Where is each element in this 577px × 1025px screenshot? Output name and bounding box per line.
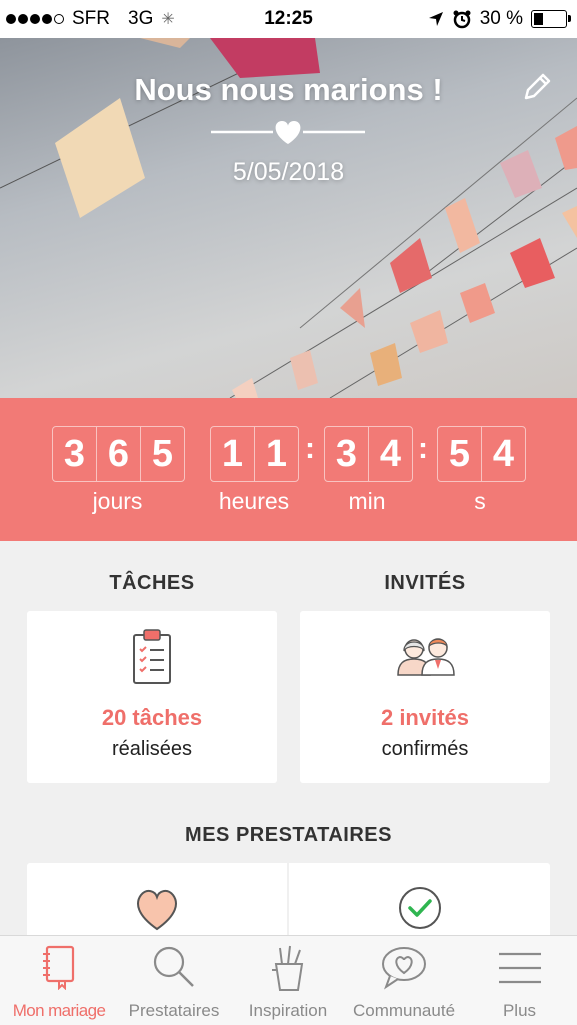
battery-icon xyxy=(531,10,571,28)
tab-plus[interactable]: Plus xyxy=(462,936,577,1025)
tab-label: Inspiration xyxy=(248,1001,328,1020)
minutes-digit: 4 xyxy=(379,433,402,475)
hours-label: heures xyxy=(218,488,290,514)
days-label: jours xyxy=(92,488,143,514)
search-icon xyxy=(153,946,194,987)
clipboard-checklist-icon xyxy=(133,629,171,684)
tab-label: Mon mariage xyxy=(12,1001,106,1020)
heart-chat-icon xyxy=(382,947,426,990)
tab-label: Communauté xyxy=(352,1001,456,1020)
status-bar: SFR 3G ✳ 12:25 30 % xyxy=(0,0,577,38)
tasks-card[interactable]: 20 tâches réalisées xyxy=(27,611,277,783)
hours-digits: 1 1 xyxy=(210,426,299,482)
guests-heading: INVITÉS xyxy=(384,572,466,594)
time-separator: : xyxy=(418,432,428,465)
tasks-caption: réalisées xyxy=(111,738,193,760)
guests-card[interactable]: 2 invités confirmés xyxy=(300,611,550,783)
menu-icon xyxy=(498,952,541,984)
tab-label: Plus xyxy=(502,1001,537,1020)
pencil-cup-icon xyxy=(272,945,304,991)
days-digits: 3 6 5 xyxy=(52,426,185,482)
tab-communaute[interactable]: Communauté xyxy=(346,936,462,1025)
days-digit: 6 xyxy=(97,427,141,481)
guests-count: 2 invités xyxy=(380,705,470,730)
tab-prestataires[interactable]: Prestataires xyxy=(118,936,230,1025)
favorite-vendors-card[interactable] xyxy=(27,863,287,943)
minutes-label: min xyxy=(348,488,386,514)
check-circle-icon xyxy=(398,887,441,929)
alarm-icon xyxy=(453,10,471,29)
wedding-date: 5/05/2018 xyxy=(232,158,345,186)
days-digit: 3 xyxy=(53,427,97,481)
minutes-digits: 3 4 xyxy=(324,426,413,482)
wedding-hero-banner: Nous nous marions ! 5/05/2018 xyxy=(0,38,577,398)
location-arrow-icon xyxy=(428,12,443,26)
seconds-digits: 5 4 xyxy=(437,426,526,482)
notebook-icon xyxy=(43,945,75,990)
countdown-timer: 3 6 5 1 1 : 3 4 : 5 4 jours heures min s xyxy=(0,398,577,541)
days-digit: 5 xyxy=(151,433,174,475)
tasks-count: 20 tâches xyxy=(101,705,203,730)
heart-divider-icon xyxy=(211,121,365,144)
seconds-digit: 5 xyxy=(438,427,482,481)
seconds-digit: 4 xyxy=(492,433,515,475)
minutes-digit: 3 xyxy=(325,427,369,481)
hours-digit: 1 xyxy=(265,433,288,475)
hours-digit: 1 xyxy=(211,427,255,481)
seconds-label: s xyxy=(474,488,486,514)
tab-mon-mariage[interactable]: Mon mariage xyxy=(0,936,118,1025)
vendors-heading: MES PRESTATAIRES xyxy=(185,824,392,846)
tab-label: Prestataires xyxy=(128,1001,220,1020)
booked-vendors-card[interactable] xyxy=(289,863,550,943)
time-separator: : xyxy=(305,432,315,465)
edit-pencil-icon[interactable] xyxy=(518,70,554,106)
guests-caption: confirmés xyxy=(381,738,469,760)
tasks-heading: TÂCHES xyxy=(109,572,195,594)
couple-guests-icon xyxy=(397,638,455,676)
battery-percent: 30 % xyxy=(479,8,523,29)
bottom-tab-bar: Mon mariage Prestataires Inspiration Com… xyxy=(0,935,577,1025)
heart-icon xyxy=(137,889,177,931)
wedding-title: Nous nous marions ! xyxy=(134,72,443,107)
tab-inspiration[interactable]: Inspiration xyxy=(230,936,346,1025)
